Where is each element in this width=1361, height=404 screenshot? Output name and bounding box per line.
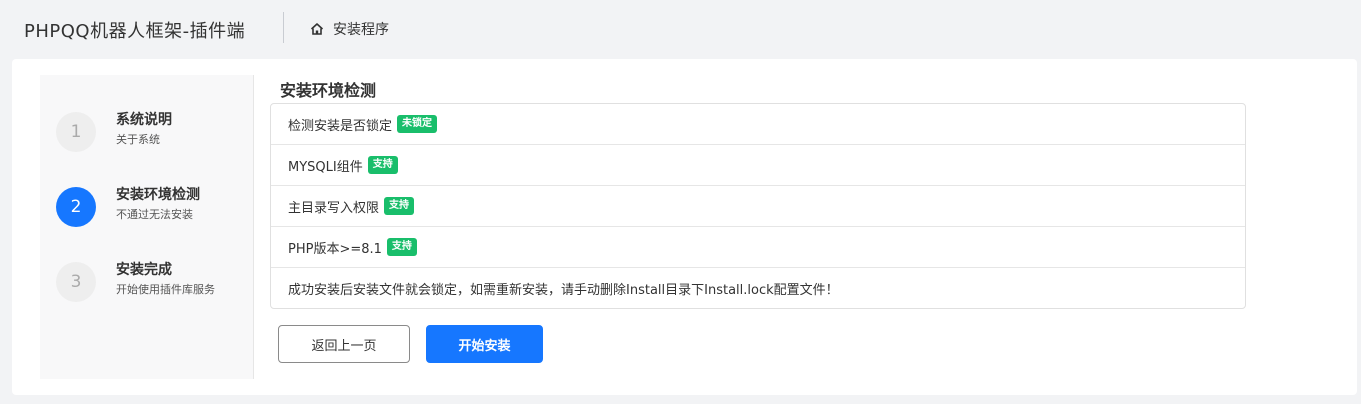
note-row: 成功安装后安装文件就会锁定，如需重新安装，请手动删除Install目录下Inst… — [271, 268, 1245, 309]
check-label: PHP版本>=8.1 — [288, 241, 382, 257]
status-badge: 支持 — [384, 197, 415, 215]
step-desc: 关于系统 — [116, 133, 160, 146]
step-3: 3 安装完成 开始使用插件库服务 — [40, 259, 254, 309]
step-number: 1 — [56, 112, 96, 152]
status-badge: 支持 — [367, 156, 398, 174]
step-desc: 开始使用插件库服务 — [116, 283, 215, 296]
check-row: 检测安装是否锁定 未锁定 — [271, 104, 1245, 145]
start-install-button[interactable]: 开始安装 — [426, 325, 543, 363]
install-note: 成功安装后安装文件就会锁定，如需重新安装，请手动删除Install目录下Inst… — [288, 283, 839, 298]
step-2: 2 安装环境检测 不通过无法安装 — [40, 184, 254, 234]
steps-sidebar: 1 系统说明 关于系统 2 安装环境检测 不通过无法安装 3 安装完成 开始使用… — [40, 75, 254, 379]
breadcrumb-install[interactable]: 安装程序 — [309, 19, 389, 39]
step-title: 安装环境检测 — [116, 187, 200, 203]
header-divider — [283, 12, 284, 43]
app-title: PHPQQ机器人框架-插件端 — [24, 21, 246, 42]
step-title: 安装完成 — [116, 262, 172, 278]
check-row: MYSQLI组件 支持 — [271, 145, 1245, 186]
step-desc: 不通过无法安装 — [116, 208, 193, 221]
step-title: 系统说明 — [116, 112, 172, 128]
breadcrumb-label: 安装程序 — [333, 22, 389, 38]
install-card: 1 系统说明 关于系统 2 安装环境检测 不通过无法安装 3 安装完成 开始使用… — [12, 59, 1357, 395]
status-badge: 未锁定 — [397, 115, 438, 133]
check-label: 检测安装是否锁定 — [288, 118, 393, 134]
back-button[interactable]: 返回上一页 — [278, 325, 410, 363]
check-label: 主目录写入权限 — [288, 200, 380, 216]
check-row: PHP版本>=8.1 支持 — [271, 227, 1245, 268]
section-title: 安装环境检测 — [280, 81, 377, 100]
home-icon — [310, 23, 324, 35]
header: PHPQQ机器人框架-插件端 安装程序 — [0, 0, 1361, 56]
step-number: 3 — [56, 262, 96, 302]
step-number: 2 — [56, 187, 96, 227]
check-label: MYSQLI组件 — [288, 159, 363, 175]
check-row: 主目录写入权限 支持 — [271, 186, 1245, 227]
step-1: 1 系统说明 关于系统 — [40, 109, 254, 159]
status-badge: 支持 — [386, 238, 417, 256]
check-table: 检测安装是否锁定 未锁定 MYSQLI组件 支持 主目录写入权限 支持 PHP版… — [270, 103, 1246, 309]
